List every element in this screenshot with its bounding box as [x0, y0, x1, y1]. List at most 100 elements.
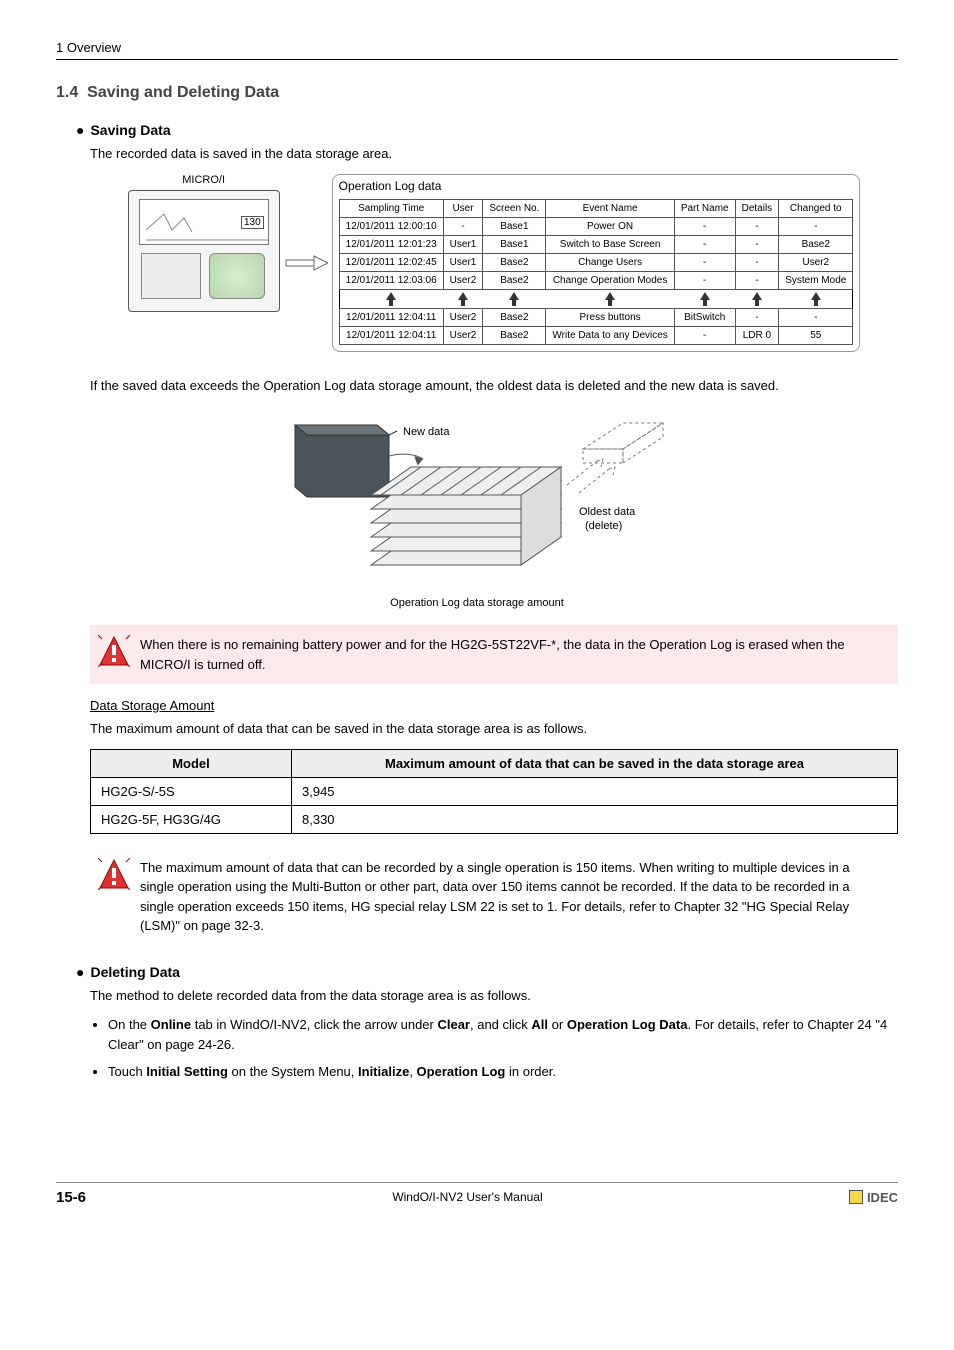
table-cell: HG2G-5F, HG3G/4G: [91, 805, 292, 833]
exceed-text: If the saved data exceeds the Operation …: [56, 376, 898, 396]
table-cell: 12/01/2011 12:03:06: [339, 271, 443, 289]
table-cell: Change Operation Modes: [546, 271, 674, 289]
brand-text: IDEC: [867, 1190, 898, 1205]
old-data-label1: Oldest data: [579, 506, 636, 518]
table-cell: -: [735, 253, 779, 271]
warning-box-2: The maximum amount of data that can be r…: [90, 848, 898, 946]
bullet-1: On the Online tab in WindO/I-NV2, click …: [108, 1015, 898, 1054]
page-footer: 15-6 WindO/I-NV2 User's Manual IDEC: [56, 1182, 898, 1206]
table-cell: Base2: [483, 253, 546, 271]
logo-square-icon: [849, 1190, 863, 1204]
table-cell: Base2: [779, 235, 853, 253]
oplog-title: Operation Log data: [332, 174, 861, 195]
table-cell: 55: [779, 326, 853, 344]
storage-table: Model Maximum amount of data that can be…: [90, 749, 898, 834]
col-2: Screen No.: [483, 199, 546, 217]
micro-label: MICRO/I: [128, 174, 280, 186]
storage-intro: The maximum amount of data that can be s…: [56, 719, 898, 739]
old-data-label2: (delete): [585, 520, 622, 532]
manual-title: WindO/I-NV2 User's Manual: [392, 1190, 542, 1204]
col-1: User: [443, 199, 483, 217]
storage-amount-heading: Data Storage Amount: [90, 698, 898, 713]
section-name: Saving and Deleting Data: [87, 84, 279, 101]
table-cell: -: [674, 217, 735, 235]
section-title: 1.4 Saving and Deleting Data: [56, 84, 898, 102]
table-cell: 12/01/2011 12:04:11: [339, 326, 443, 344]
bullet-2: Touch Initial Setting on the System Menu…: [108, 1062, 898, 1082]
table-cell: User1: [443, 235, 483, 253]
table-cell: -: [735, 271, 779, 289]
deleting-intro: The method to delete recorded data from …: [56, 986, 898, 1006]
saving-heading: Saving Data: [56, 122, 898, 138]
table-cell: -: [735, 235, 779, 253]
warning-icon: [98, 858, 130, 936]
table-cell: 12/01/2011 12:04:11: [339, 308, 443, 326]
deleting-bullets: On the Online tab in WindO/I-NV2, click …: [90, 1015, 898, 1082]
table-cell: User2: [443, 308, 483, 326]
table-cell: -: [443, 217, 483, 235]
micro-device-illustration: 130: [128, 190, 280, 312]
table-cell: Base1: [483, 217, 546, 235]
num-130: 130: [241, 216, 264, 229]
connector-icon: [284, 254, 328, 272]
table-cell: -: [779, 308, 853, 326]
table-cell: -: [674, 235, 735, 253]
figure-oplog-overview: MICRO/I 130 Operation Log data: [56, 174, 898, 352]
chapter-header: 1 Overview: [56, 40, 898, 60]
storage-col-1: Maximum amount of data that can be saved…: [292, 749, 898, 777]
table-cell: Change Users: [546, 253, 674, 271]
table-cell: Base2: [483, 326, 546, 344]
t: tab in WindO/I-NV2, click the arrow unde…: [191, 1017, 437, 1032]
table-cell: Base1: [483, 235, 546, 253]
t: Operation Log: [417, 1064, 506, 1079]
table-cell: -: [674, 253, 735, 271]
table-row: 12/01/2011 12:01:23User1Base1Switch to B…: [339, 235, 853, 253]
warning-text-1: When there is no remaining battery power…: [140, 635, 884, 674]
t: Online: [151, 1017, 191, 1032]
t: Initialize: [358, 1064, 409, 1079]
t: on the System Menu,: [228, 1064, 358, 1079]
idec-logo: IDEC: [849, 1190, 898, 1205]
new-data-label: New data: [403, 426, 450, 438]
table-cell: 12/01/2011 12:02:45: [339, 253, 443, 271]
table-cell: User2: [443, 271, 483, 289]
t: On the: [108, 1017, 151, 1032]
col-3: Event Name: [546, 199, 674, 217]
table-cell: -: [674, 326, 735, 344]
table-row: 12/01/2011 12:04:11User2Base2Write Data …: [339, 326, 853, 344]
oplog-table: Sampling Time User Screen No. Event Name…: [339, 199, 854, 345]
figure-storage-stack: New data: [56, 405, 898, 595]
table-cell: Press buttons: [546, 308, 674, 326]
t: All: [531, 1017, 548, 1032]
warning-box-1: When there is no remaining battery power…: [90, 625, 898, 684]
table-cell: 8,330: [292, 805, 898, 833]
t: in order.: [505, 1064, 556, 1079]
table-row: 12/01/2011 12:04:11User2Base2Press butto…: [339, 308, 853, 326]
table-cell: -: [779, 217, 853, 235]
table-row: 12/01/2011 12:02:45User1Base2Change User…: [339, 253, 853, 271]
table-row: 12/01/2011 12:03:06User2Base2Change Oper…: [339, 271, 853, 289]
table-cell: 12/01/2011 12:01:23: [339, 235, 443, 253]
table-row: 12/01/2011 12:00:10-Base1Power ON---: [339, 217, 853, 235]
table-row: HG2G-5F, HG3G/4G8,330: [91, 805, 898, 833]
table-cell: Base2: [483, 308, 546, 326]
section-num: 1.4: [56, 84, 78, 101]
warning-text-2: The maximum amount of data that can be r…: [140, 858, 884, 936]
table-cell: System Mode: [779, 271, 853, 289]
t: Clear: [437, 1017, 470, 1032]
table-cell: 12/01/2011 12:00:10: [339, 217, 443, 235]
t: or: [548, 1017, 567, 1032]
saving-intro: The recorded data is saved in the data s…: [56, 144, 898, 164]
table-cell: Power ON: [546, 217, 674, 235]
table-cell: 3,945: [292, 777, 898, 805]
col-4: Part Name: [674, 199, 735, 217]
t: Touch: [108, 1064, 146, 1079]
table-cell: HG2G-S/-5S: [91, 777, 292, 805]
fig2-caption: Operation Log data storage amount: [56, 597, 898, 609]
table-cell: Write Data to any Devices: [546, 326, 674, 344]
table-row: HG2G-S/-5S3,945: [91, 777, 898, 805]
col-0: Sampling Time: [339, 199, 443, 217]
table-cell: -: [735, 308, 779, 326]
table-cell: -: [735, 217, 779, 235]
t: Initial Setting: [146, 1064, 228, 1079]
